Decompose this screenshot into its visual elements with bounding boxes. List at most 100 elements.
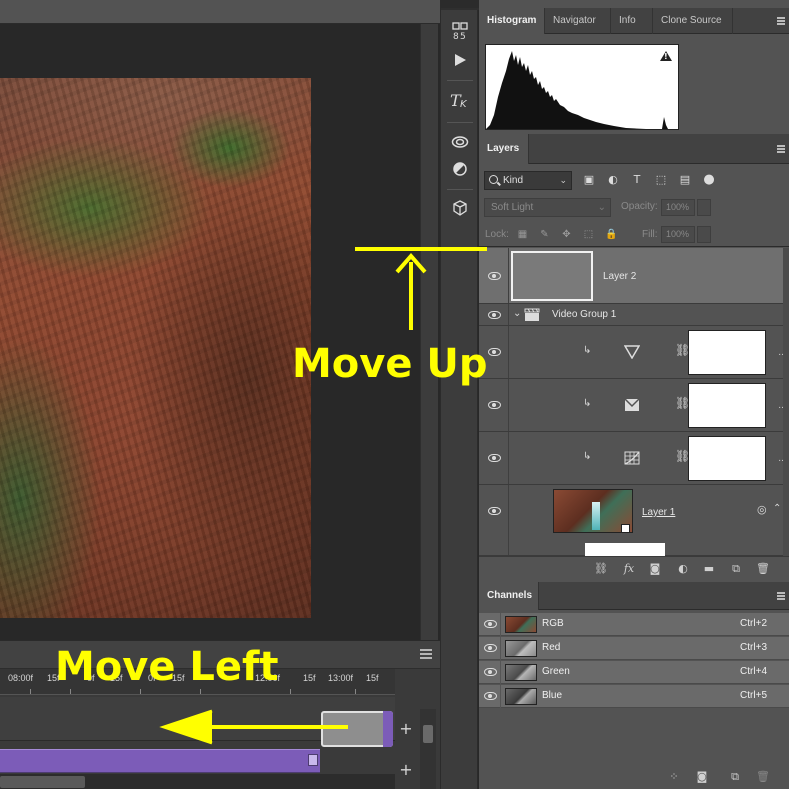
eye-icon[interactable] xyxy=(488,507,501,515)
eye-icon[interactable] xyxy=(488,311,501,319)
ruler-tick xyxy=(290,689,291,694)
channel-mixer-icon[interactable] xyxy=(624,398,640,412)
visibility-column[interactable] xyxy=(479,685,501,708)
tab-clone-source[interactable]: Clone Source xyxy=(653,8,733,34)
filter-toggle-icon[interactable]: ● xyxy=(703,173,715,186)
lock-transparent-icon[interactable]: ▦ xyxy=(517,229,528,240)
save-selection-icon[interactable]: ◙ xyxy=(695,771,709,783)
clip-end-handle[interactable] xyxy=(383,711,393,747)
visibility-column[interactable] xyxy=(479,613,501,636)
motion-icon[interactable]: ◎ xyxy=(757,503,767,516)
lock-all-icon[interactable]: 🔒 xyxy=(605,229,617,240)
layer-mask-thumbnail[interactable] xyxy=(688,383,766,428)
layer-name[interactable]: Layer 2 xyxy=(603,271,636,282)
timeline-vertical-scrollbar[interactable] xyxy=(420,709,436,789)
video-group-track[interactable] xyxy=(0,749,320,773)
pixel-filter-icon[interactable]: ▣ xyxy=(583,174,595,186)
swatch-swap-icon[interactable]: 85 xyxy=(449,20,471,42)
layers-tabbar: Layers xyxy=(479,134,789,164)
adjustments-icon[interactable] xyxy=(449,158,471,180)
visibility-column[interactable] xyxy=(479,248,509,303)
tab-histogram[interactable]: Histogram xyxy=(479,8,545,34)
levels-triangle-icon[interactable] xyxy=(624,345,640,359)
eye-icon[interactable] xyxy=(484,692,497,700)
layer-name[interactable]: Layer 1 xyxy=(642,507,675,518)
warning-icon[interactable] xyxy=(660,51,672,61)
timeline-scroll-thumb[interactable] xyxy=(423,725,433,743)
timeline-menu-icon[interactable] xyxy=(420,649,432,659)
lock-paint-icon[interactable]: ✎ xyxy=(539,229,550,240)
visibility-column[interactable] xyxy=(479,661,501,684)
3d-cube-icon[interactable] xyxy=(449,197,471,219)
layer-row-layer2[interactable]: Layer 2 xyxy=(479,248,783,304)
load-selection-icon[interactable]: ⁘ xyxy=(667,771,681,783)
new-group-icon[interactable]: ▬ xyxy=(702,563,716,575)
tab-layers[interactable]: Layers xyxy=(479,134,529,164)
eye-icon[interactable] xyxy=(484,620,497,628)
track-expand-icon[interactable] xyxy=(308,754,318,766)
visibility-column[interactable] xyxy=(479,637,501,660)
channel-row-red[interactable]: Red Ctrl+3 xyxy=(479,637,789,660)
blend-mode-select[interactable]: Soft Light ⌄ xyxy=(484,198,611,217)
canyon-photo[interactable] xyxy=(0,78,311,618)
channel-row-green[interactable]: Green Ctrl+4 xyxy=(479,661,789,684)
play-icon[interactable] xyxy=(449,49,471,71)
layer-row-adjustment-curves[interactable]: ↳ ⛓ .. xyxy=(479,432,783,485)
visibility-column[interactable] xyxy=(479,432,509,484)
layer-mask-thumbnail[interactable] xyxy=(688,330,766,375)
creative-cloud-icon[interactable] xyxy=(449,130,471,152)
shape-filter-icon[interactable]: ⬚ xyxy=(655,174,667,186)
channel-row-rgb[interactable]: RGB Ctrl+2 xyxy=(479,613,789,636)
fill-dropdown[interactable] xyxy=(697,226,711,243)
new-adjustment-icon[interactable]: ◐ xyxy=(676,563,690,575)
opacity-field[interactable]: 100% xyxy=(661,199,695,216)
layers-menu-icon[interactable] xyxy=(777,145,785,153)
canvas-area[interactable] xyxy=(0,24,420,624)
visibility-column[interactable] xyxy=(479,304,509,325)
type-filter-icon[interactable]: T xyxy=(631,174,643,186)
eye-icon[interactable] xyxy=(484,668,497,676)
fill-field[interactable]: 100% xyxy=(661,226,695,243)
layer-row-layer1[interactable]: Layer 1 ◎ ⌃ xyxy=(479,485,783,556)
lock-move-icon[interactable]: ✥ xyxy=(561,229,572,240)
fx-icon[interactable]: fx xyxy=(622,563,636,575)
chevron-down-icon[interactable]: ⌄ xyxy=(513,308,521,319)
layer-mask-thumbnail[interactable] xyxy=(688,436,766,481)
eye-icon[interactable] xyxy=(484,644,497,652)
channel-row-blue[interactable]: Blue Ctrl+5 xyxy=(479,685,789,708)
type-tool-icon[interactable]: TK xyxy=(449,89,471,111)
smart-filter-icon[interactable]: ▤ xyxy=(679,174,691,186)
eye-icon[interactable] xyxy=(488,272,501,280)
eye-icon[interactable] xyxy=(488,348,501,356)
tab-navigator[interactable]: Navigator xyxy=(545,8,611,34)
layers-scrollbar[interactable] xyxy=(783,248,789,556)
link-layers-icon[interactable]: ⛓ xyxy=(594,563,608,575)
add-media-button-2[interactable]: + xyxy=(398,762,414,778)
delete-channel-icon[interactable]: 🗑 xyxy=(756,771,770,783)
layer-row-adjustment-levels[interactable]: ↳ ⛓ .. xyxy=(479,326,783,379)
chevron-up-icon[interactable]: ⌃ xyxy=(773,503,781,514)
layer-name[interactable]: Video Group 1 xyxy=(552,309,616,320)
curves-grid-icon[interactable] xyxy=(624,451,640,465)
add-mask-icon[interactable]: ◙ xyxy=(648,563,662,575)
opacity-dropdown[interactable] xyxy=(697,199,711,216)
delete-layer-icon[interactable]: 🗑 xyxy=(756,563,770,575)
layer-row-video-group[interactable]: ⌄ Video Group 1 xyxy=(479,304,783,326)
new-layer-icon[interactable]: ⧉ xyxy=(729,563,743,575)
tab-info[interactable]: Info xyxy=(611,8,653,34)
new-channel-icon[interactable]: ⧉ xyxy=(728,771,742,783)
layer-thumbnail[interactable] xyxy=(511,251,593,301)
channels-menu-icon[interactable] xyxy=(777,592,785,600)
visibility-column[interactable] xyxy=(479,485,509,555)
eye-icon[interactable] xyxy=(488,454,501,462)
eye-icon[interactable] xyxy=(488,401,501,409)
document-vertical-scrollbar[interactable] xyxy=(420,24,438,640)
histogram-menu-icon[interactable] xyxy=(777,17,785,25)
timeline-horizontal-thumb[interactable] xyxy=(0,776,85,788)
lock-artboard-icon[interactable]: ⬚ xyxy=(583,229,594,240)
adjustment-filter-icon[interactable]: ◐ xyxy=(607,174,619,186)
tab-channels[interactable]: Channels xyxy=(479,582,539,610)
add-media-button[interactable]: + xyxy=(398,721,414,737)
layer-row-adjustment-mixer[interactable]: ↳ ⛓ .. xyxy=(479,379,783,432)
filter-kind-select[interactable]: Kind ⌄ xyxy=(484,171,572,190)
